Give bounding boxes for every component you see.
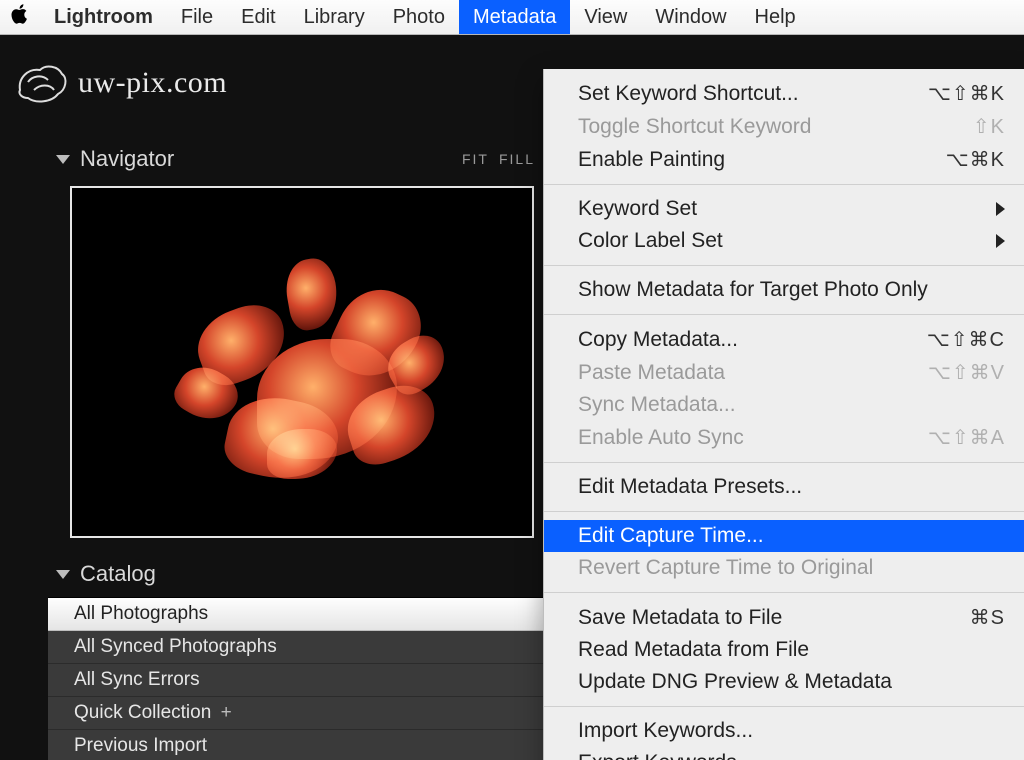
- catalog-item-previous-import[interactable]: Previous Import: [48, 730, 543, 760]
- catalog-item-all-photographs[interactable]: All Photographs: [48, 598, 543, 631]
- menu-item-sync-metadata: Sync Metadata...: [544, 389, 1024, 421]
- menu-shortcut: ⌥⇧⌘K: [895, 81, 1005, 106]
- menubar-item-library[interactable]: Library: [290, 0, 379, 34]
- menu-item-edit-metadata-presets[interactable]: Edit Metadata Presets...: [544, 471, 1024, 503]
- catalog-title: Catalog: [80, 561, 156, 587]
- navigator-title: Navigator: [80, 146, 174, 172]
- catalog-item-quick-collection[interactable]: Quick Collection +: [48, 697, 543, 730]
- menu-item-read-metadata-from-file[interactable]: Read Metadata from File: [544, 634, 1024, 666]
- menu-separator: [544, 511, 1024, 512]
- disclosure-triangle-icon: [56, 570, 70, 579]
- apple-menu-icon[interactable]: [0, 4, 40, 30]
- menu-shortcut: ⌥⇧⌘V: [895, 360, 1005, 385]
- preview-image: [137, 229, 467, 509]
- menu-item-export-keywords[interactable]: Export Keywords...: [544, 747, 1024, 760]
- menu-item-label: Edit Capture Time...: [578, 524, 1005, 548]
- catalog-list: All Photographs All Synced Photographs A…: [48, 597, 543, 760]
- menu-item-label: Export Keywords...: [578, 751, 1005, 760]
- catalog-panel: Catalog All Photographs All Synced Photo…: [48, 555, 543, 760]
- menubar-item-view[interactable]: View: [570, 0, 641, 34]
- catalog-item-all-synced[interactable]: All Synced Photographs: [48, 631, 543, 664]
- catalog-item-label: All Synced Photographs: [74, 636, 277, 657]
- menu-item-import-keywords[interactable]: Import Keywords...: [544, 715, 1024, 747]
- menu-item-update-dng-preview-metadata[interactable]: Update DNG Preview & Metadata: [544, 666, 1024, 698]
- watermark-text: uw-pix.com: [78, 66, 227, 100]
- metadata-dropdown-menu: Set Keyword Shortcut...⌥⇧⌘KToggle Shortc…: [543, 69, 1024, 760]
- plus-icon: +: [221, 702, 232, 723]
- menu-item-show-metadata-for-target-photo-only[interactable]: Show Metadata for Target Photo Only: [544, 274, 1024, 306]
- menu-item-enable-auto-sync: Enable Auto Sync⌥⇧⌘A: [544, 421, 1024, 454]
- menu-item-label: Toggle Shortcut Keyword: [578, 115, 895, 139]
- menu-item-label: Color Label Set: [578, 229, 982, 253]
- menu-shortcut: ⇧K: [895, 114, 1005, 139]
- navigator-header[interactable]: Navigator FIT FILL: [48, 140, 543, 182]
- mac-menubar: Lightroom File Edit Library Photo Metada…: [0, 0, 1024, 35]
- menu-item-label: Update DNG Preview & Metadata: [578, 670, 1005, 694]
- catalog-header[interactable]: Catalog: [48, 555, 543, 597]
- menu-item-label: Import Keywords...: [578, 719, 1005, 743]
- navigator-fill-button[interactable]: FILL: [499, 151, 535, 167]
- menubar-item-help[interactable]: Help: [741, 0, 810, 34]
- menubar-item-file[interactable]: File: [167, 0, 227, 34]
- menu-shortcut: ⌘S: [895, 605, 1005, 630]
- menu-separator: [544, 462, 1024, 463]
- menu-item-copy-metadata[interactable]: Copy Metadata...⌥⇧⌘C: [544, 323, 1024, 356]
- menu-item-label: Keyword Set: [578, 197, 982, 221]
- app-body: uw-pix.com Navigator FIT FILL: [0, 35, 1024, 760]
- menu-item-color-label-set[interactable]: Color Label Set: [544, 225, 1024, 257]
- menu-item-enable-painting[interactable]: Enable Painting⌥⌘K: [544, 143, 1024, 176]
- menu-separator: [544, 265, 1024, 266]
- watermark-icon: [14, 60, 70, 106]
- menu-separator: [544, 184, 1024, 185]
- menu-item-label: Set Keyword Shortcut...: [578, 82, 895, 106]
- menu-item-label: Enable Painting: [578, 148, 895, 172]
- catalog-item-label: All Photographs: [74, 603, 208, 624]
- menu-item-toggle-shortcut-keyword: Toggle Shortcut Keyword⇧K: [544, 110, 1024, 143]
- menu-item-revert-capture-time-to-original: Revert Capture Time to Original: [544, 552, 1024, 584]
- menu-shortcut: ⌥⇧⌘C: [895, 327, 1005, 352]
- menu-separator: [544, 706, 1024, 707]
- menu-shortcut: ⌥⌘K: [895, 147, 1005, 172]
- menu-item-label: Revert Capture Time to Original: [578, 556, 1005, 580]
- menubar-appname[interactable]: Lightroom: [40, 0, 167, 34]
- menu-separator: [544, 592, 1024, 593]
- menu-item-label: Copy Metadata...: [578, 328, 895, 352]
- catalog-item-label: All Sync Errors: [74, 669, 200, 690]
- menu-item-label: Enable Auto Sync: [578, 426, 895, 450]
- menu-item-edit-capture-time[interactable]: Edit Capture Time...: [544, 520, 1024, 552]
- chevron-right-icon: [996, 202, 1005, 216]
- chevron-right-icon: [996, 234, 1005, 248]
- menu-separator: [544, 314, 1024, 315]
- menubar-item-window[interactable]: Window: [641, 0, 740, 34]
- disclosure-triangle-icon: [56, 155, 70, 164]
- menu-shortcut: ⌥⇧⌘A: [895, 425, 1005, 450]
- catalog-item-label: Quick Collection: [74, 702, 211, 723]
- catalog-item-all-sync-errors[interactable]: All Sync Errors: [48, 664, 543, 697]
- menubar-item-edit[interactable]: Edit: [227, 0, 289, 34]
- menu-item-label: Read Metadata from File: [578, 638, 1005, 662]
- navigator-fit-button[interactable]: FIT: [462, 151, 489, 167]
- menu-item-set-keyword-shortcut[interactable]: Set Keyword Shortcut...⌥⇧⌘K: [544, 77, 1024, 110]
- menu-item-save-metadata-to-file[interactable]: Save Metadata to File⌘S: [544, 601, 1024, 634]
- navigator-panel: Navigator FIT FILL: [48, 140, 543, 538]
- menu-item-label: Sync Metadata...: [578, 393, 1005, 417]
- menubar-item-photo[interactable]: Photo: [379, 0, 459, 34]
- watermark: uw-pix.com: [14, 60, 227, 106]
- menu-item-label: Show Metadata for Target Photo Only: [578, 278, 1005, 302]
- menu-item-label: Paste Metadata: [578, 361, 895, 385]
- menu-item-label: Edit Metadata Presets...: [578, 475, 1005, 499]
- catalog-item-label: Previous Import: [74, 735, 207, 756]
- menu-item-keyword-set[interactable]: Keyword Set: [544, 193, 1024, 225]
- navigator-preview[interactable]: [70, 186, 534, 538]
- menubar-item-metadata[interactable]: Metadata: [459, 0, 570, 34]
- menu-item-paste-metadata: Paste Metadata⌥⇧⌘V: [544, 356, 1024, 389]
- menu-item-label: Save Metadata to File: [578, 606, 895, 630]
